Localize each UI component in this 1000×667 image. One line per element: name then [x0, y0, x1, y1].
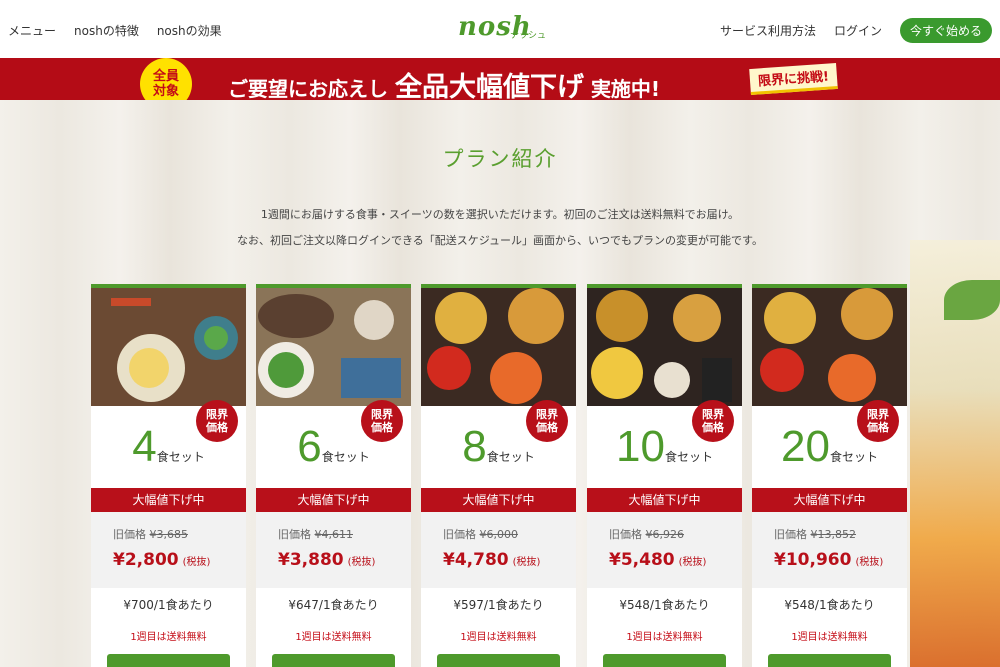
plan-food-photo [587, 288, 742, 406]
current-price: ¥5,480 (税抜) [609, 550, 707, 570]
current-price: ¥2,800 (税抜) [113, 550, 211, 570]
banner-headline: ご要望にお応えし 全品大幅値下げ 実施中! [228, 65, 660, 104]
how-to-use-link[interactable]: サービス利用方法 [720, 22, 816, 39]
current-price: ¥3,880 (税抜) [278, 550, 376, 570]
select-plan-button[interactable] [107, 654, 230, 667]
plan-card[interactable]: 限界 価格 8食セット 大幅値下げ中 旧価格 ¥6,000 ¥4,780 (税抜) … [421, 284, 576, 667]
logo-katakana: ナッシュ [510, 31, 547, 41]
select-plan-button[interactable] [437, 654, 560, 667]
price-per-meal: ¥548/1食あたり [784, 598, 875, 612]
discount-label: 大幅値下げ中 [256, 488, 411, 512]
decorative-leaf [944, 280, 1000, 320]
banner-text-big: 全品大幅値下げ [394, 72, 584, 103]
free-shipping-note: 1週目は送料無料 [295, 632, 372, 643]
plan-food-photo [752, 288, 907, 406]
discount-label: 大幅値下げ中 [91, 488, 246, 512]
plan-card[interactable]: 限界 価格 10食セット 大幅値下げ中 旧価格 ¥6,926 ¥5,480 (税抜)… [587, 284, 742, 667]
discount-label: 大幅値下げ中 [587, 488, 742, 512]
plan-card[interactable]: 限界 価格 20食セット 大幅値下げ中 旧価格 ¥13,852 ¥10,960 (税… [752, 284, 907, 667]
badge-line-1: 全員 [152, 69, 179, 84]
free-shipping-note: 1週目は送料無料 [130, 632, 207, 643]
current-price: ¥10,960 (税抜) [774, 550, 884, 570]
plan-section-title: プラン紹介 [442, 147, 558, 171]
price-per-meal: ¥548/1食あたり [619, 598, 710, 612]
site-header: メニュー noshの特徴 noshの効果 nosh ナッシュ サービス利用方法 … [0, 0, 1000, 58]
main-nav: メニュー noshの特徴 noshの効果 [8, 22, 222, 39]
discount-label: 大幅値下げ中 [752, 488, 907, 512]
old-price: 旧価格 ¥6,926 [609, 528, 684, 541]
old-price: 旧価格 ¥13,852 [774, 528, 856, 541]
old-price: 旧価格 ¥6,000 [443, 528, 518, 541]
price-per-meal: ¥597/1食あたり [453, 598, 544, 612]
old-price: 旧価格 ¥4,611 [278, 528, 353, 541]
nav-menu-link[interactable]: メニュー [8, 22, 56, 39]
plan-description-2: なお、初回ご注文以降ログインできる「配送スケジュール」画面から、いつでもプランの… [237, 234, 763, 247]
banner-text-pre: ご要望にお応えし [228, 77, 388, 101]
plan-food-photo [256, 288, 411, 406]
price-per-meal: ¥700/1食あたり [123, 598, 214, 612]
select-plan-button[interactable] [603, 654, 726, 667]
login-link[interactable]: ログイン [834, 22, 882, 39]
plan-food-photo [421, 288, 576, 406]
free-shipping-note: 1週目は送料無料 [626, 632, 703, 643]
nav-features-link[interactable]: noshの特徴 [74, 22, 139, 39]
meal-count: 6食セット [297, 422, 370, 471]
free-shipping-note: 1週目は送料無料 [460, 632, 537, 643]
meal-count: 4食セット [132, 422, 205, 471]
meal-count: 8食セット [462, 422, 535, 471]
nav-effects-link[interactable]: noshの効果 [157, 22, 222, 39]
old-price: 旧価格 ¥3,685 [113, 528, 188, 541]
price-per-meal: ¥647/1食あたり [288, 598, 379, 612]
banner-text-post: 実施中! [590, 77, 661, 101]
meal-count: 10食セット [616, 422, 713, 471]
account-nav: サービス利用方法 ログイン 今すぐ始める [720, 18, 992, 43]
meal-count: 20食セット [781, 422, 878, 471]
badge-line-2: 対象 [152, 84, 179, 99]
plan-description-1: 1週間にお届けする食事・スイーツの数を選択いただけます。初回のご注文は送料無料で… [260, 208, 740, 221]
current-price: ¥4,780 (税抜) [443, 550, 541, 570]
discount-label: 大幅値下げ中 [421, 488, 576, 512]
select-plan-button[interactable] [272, 654, 395, 667]
select-plan-button[interactable] [768, 654, 891, 667]
free-shipping-note: 1週目は送料無料 [791, 632, 868, 643]
plan-card[interactable]: 限界 価格 4食セット 大幅値下げ中 旧価格 ¥3,685 ¥2,800 (税抜) … [91, 284, 246, 667]
plan-card[interactable]: 限界 価格 6食セット 大幅値下げ中 旧価格 ¥4,611 ¥3,880 (税抜) … [256, 284, 411, 667]
plan-food-photo [91, 288, 246, 406]
start-now-button[interactable]: 今すぐ始める [899, 18, 992, 43]
